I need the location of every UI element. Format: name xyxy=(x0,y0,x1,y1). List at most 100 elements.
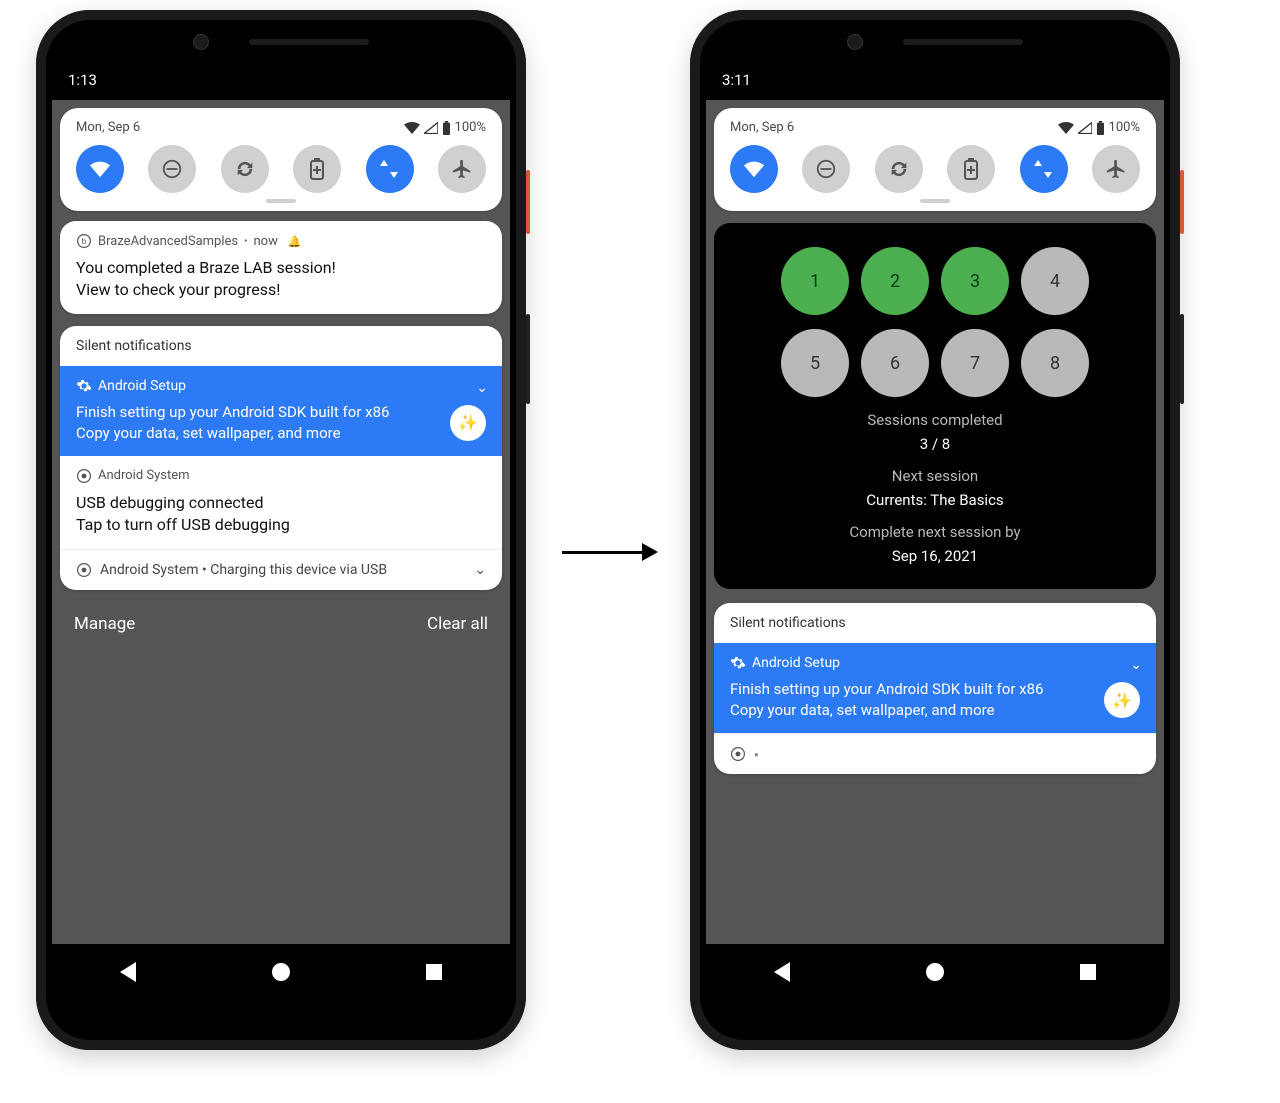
qs-status-icons: 100% xyxy=(1058,120,1140,135)
phone-power-button xyxy=(1180,170,1184,234)
clock-text: 1:13 xyxy=(68,71,97,89)
chevron-down-icon[interactable]: ⌄ xyxy=(474,562,486,578)
notification-braze[interactable]: b BrazeAdvancedSamples • now 🔔 You compl… xyxy=(60,221,502,314)
wifi-icon xyxy=(404,122,420,134)
clear-all-button[interactable]: Clear all xyxy=(427,614,488,634)
qs-tile-rotate[interactable] xyxy=(221,145,269,193)
qs-tiles xyxy=(76,145,486,193)
quick-settings-card[interactable]: Mon, Sep 6 100% xyxy=(714,108,1156,211)
notif-app-name: BrazeAdvancedSamples xyxy=(98,234,238,249)
notification-shade[interactable]: Mon, Sep 6 100% 1234 5678 Sessions compl… xyxy=(706,100,1164,944)
notification-progress[interactable]: 1234 5678 Sessions completed 3 / 8 Next … xyxy=(714,223,1156,589)
arrow-line xyxy=(562,551,642,554)
magic-wand-icon: ✨ xyxy=(1104,682,1140,718)
chevron-down-icon[interactable]: ⌄ xyxy=(1130,657,1142,673)
notif-header: b BrazeAdvancedSamples • now 🔔 xyxy=(76,233,486,249)
dnd-icon xyxy=(815,158,837,180)
qs-handle[interactable] xyxy=(920,199,950,203)
battery-saver-icon xyxy=(963,158,979,180)
dot-icon: ● xyxy=(754,750,759,759)
battery-text: 100% xyxy=(1109,120,1140,135)
qs-tile-data[interactable] xyxy=(1020,145,1068,193)
qs-tile-dnd[interactable] xyxy=(148,145,196,193)
app-icon: b xyxy=(76,233,92,249)
setup-header: Android Setup xyxy=(752,655,840,671)
qs-date: Mon, Sep 6 xyxy=(730,120,794,135)
progress-dot-8: 8 xyxy=(1021,329,1089,397)
transition-arrow xyxy=(562,540,658,564)
notification-android-setup[interactable]: Android Setup ⌄ Finish setting up your A… xyxy=(60,366,502,456)
quick-settings-card[interactable]: Mon, Sep 6 100% xyxy=(60,108,502,211)
rotate-icon xyxy=(888,158,910,180)
wifi-icon xyxy=(1058,122,1074,134)
nav-recents-icon[interactable] xyxy=(426,964,442,980)
system-line2: Tap to turn off USB debugging xyxy=(76,514,486,536)
notification-shade[interactable]: Mon, Sep 6 100% b BrazeAdvancedSam xyxy=(52,100,510,944)
android-system-icon xyxy=(76,562,92,578)
chevron-down-icon[interactable]: ⌄ xyxy=(476,380,488,396)
dot-icon: • xyxy=(244,236,247,247)
front-camera-icon xyxy=(193,34,209,50)
qs-tile-wifi[interactable] xyxy=(730,145,778,193)
status-bar: 3:11 xyxy=(706,60,1164,100)
progress-dot-2: 2 xyxy=(861,247,929,315)
notification-collapsed[interactable]: ● xyxy=(714,733,1156,774)
setup-line1: Finish setting up your Android SDK built… xyxy=(730,679,1043,700)
shade-footer: Manage Clear all xyxy=(52,596,510,652)
gear-icon xyxy=(76,378,92,394)
android-system-icon xyxy=(76,468,92,484)
nav-back-icon[interactable] xyxy=(774,962,790,982)
notification-android-setup[interactable]: Android Setup ⌄ Finish setting up your A… xyxy=(714,643,1156,733)
qs-tile-airplane[interactable] xyxy=(438,145,486,193)
notif-time: now xyxy=(254,234,278,249)
qs-date: Mon, Sep 6 xyxy=(76,120,140,135)
nav-recents-icon[interactable] xyxy=(1080,964,1096,980)
setup-line2: Copy your data, set wallpaper, and more xyxy=(76,423,389,444)
nav-home-icon[interactable] xyxy=(926,963,944,981)
battery-icon xyxy=(1096,121,1105,135)
airplane-icon xyxy=(1105,158,1127,180)
front-camera-icon xyxy=(847,34,863,50)
phone-left: 1:13 Mon, Sep 6 100% xyxy=(36,10,526,1050)
qs-tile-data[interactable] xyxy=(366,145,414,193)
qs-tile-airplane[interactable] xyxy=(1092,145,1140,193)
dnd-icon xyxy=(161,158,183,180)
silent-label: Silent notifications xyxy=(60,326,502,366)
setup-line2: Copy your data, set wallpaper, and more xyxy=(730,700,1043,721)
battery-saver-icon xyxy=(309,158,325,180)
qs-tile-battery-saver[interactable] xyxy=(947,145,995,193)
setup-line1: Finish setting up your Android SDK built… xyxy=(76,402,389,423)
qs-tile-wifi[interactable] xyxy=(76,145,124,193)
earpiece-icon xyxy=(903,39,1023,45)
android-system-icon xyxy=(730,746,746,762)
notif-title: You completed a Braze LAB session! xyxy=(76,257,486,279)
navigation-bar xyxy=(52,944,510,1000)
wifi-icon xyxy=(743,160,765,178)
qs-tile-dnd[interactable] xyxy=(802,145,850,193)
nav-home-icon[interactable] xyxy=(272,963,290,981)
nav-back-icon[interactable] xyxy=(120,962,136,982)
silent-section: Silent notifications Android Setup ⌄ Fin… xyxy=(60,326,502,590)
notification-android-system[interactable]: Android System USB debugging connected T… xyxy=(60,456,502,549)
qs-tile-battery-saver[interactable] xyxy=(293,145,341,193)
manage-button[interactable]: Manage xyxy=(74,614,135,634)
wifi-icon xyxy=(89,160,111,178)
notification-charging[interactable]: Android System • Charging this device vi… xyxy=(60,549,502,590)
phone-right: 3:11 Mon, Sep 6 100% 1234 xyxy=(690,10,1180,1050)
due-value: Sep 16, 2021 xyxy=(892,547,978,565)
due-label: Complete next session by xyxy=(849,523,1020,541)
cell-icon xyxy=(424,122,438,134)
cell-icon xyxy=(1078,122,1092,134)
next-session-label: Next session xyxy=(892,467,978,485)
next-session-value: Currents: The Basics xyxy=(866,491,1003,509)
system-header: Android System xyxy=(98,468,190,483)
earpiece-row xyxy=(690,32,1180,52)
screen-left: 1:13 Mon, Sep 6 100% xyxy=(52,60,510,1000)
qs-header: Mon, Sep 6 100% xyxy=(76,120,486,135)
rotate-icon xyxy=(234,158,256,180)
phone-volume-button xyxy=(526,314,530,404)
progress-row-1: 1234 xyxy=(781,247,1089,315)
qs-handle[interactable] xyxy=(266,199,296,203)
qs-tile-rotate[interactable] xyxy=(875,145,923,193)
data-icon xyxy=(380,158,400,180)
